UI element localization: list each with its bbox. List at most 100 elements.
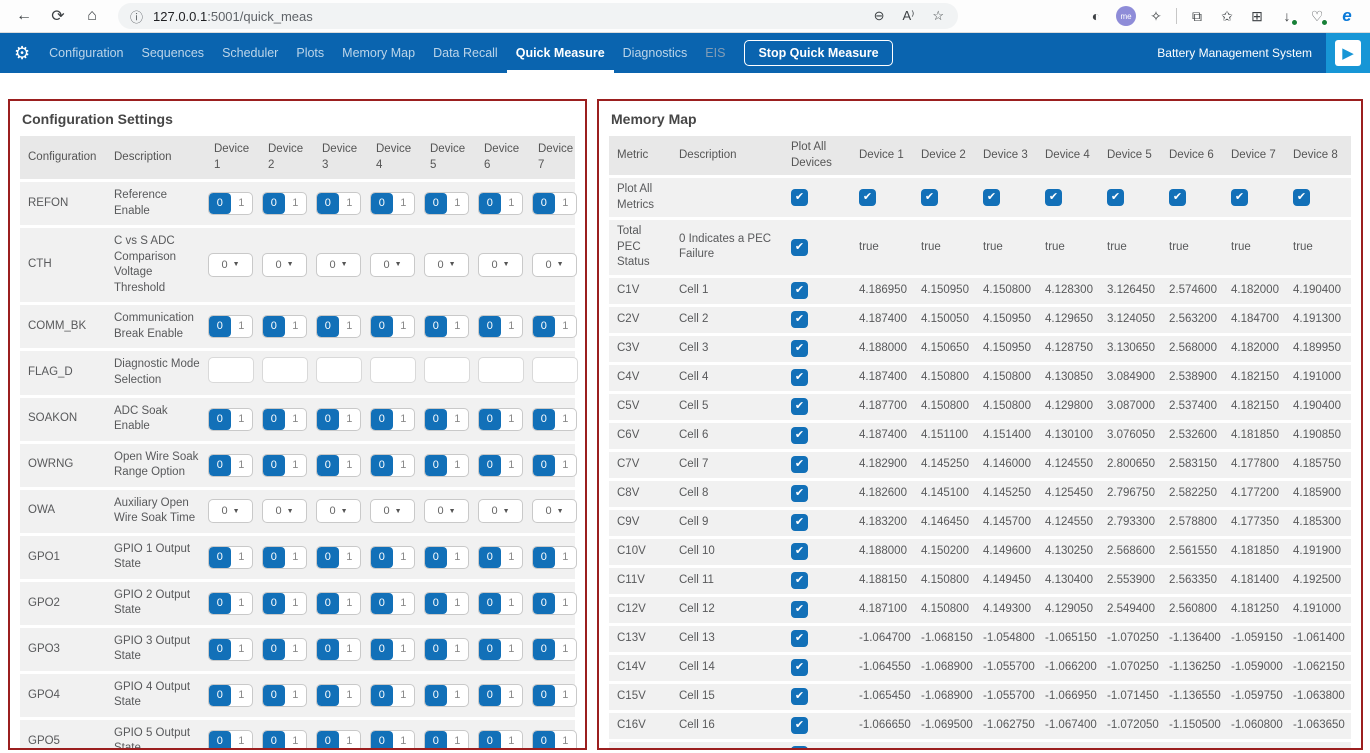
toggle-option-0[interactable]: 0	[371, 639, 393, 660]
profile-avatar[interactable]: me	[1113, 3, 1139, 29]
toggle-option-1[interactable]: 1	[501, 547, 523, 568]
toggle-option-0[interactable]: 0	[533, 593, 555, 614]
toggle-option-0[interactable]: 0	[479, 316, 501, 337]
binary-toggle[interactable]: 01	[208, 315, 253, 338]
toggle-option-1[interactable]: 1	[339, 409, 361, 430]
toggle-option-0[interactable]: 0	[371, 193, 393, 214]
toggle-option-1[interactable]: 1	[231, 593, 253, 614]
toggle-option-1[interactable]: 1	[555, 409, 577, 430]
toggle-option-0[interactable]: 0	[209, 731, 231, 750]
nav-item-plots[interactable]: Plots	[287, 33, 333, 73]
plot-checkbox[interactable]: ✔	[1169, 189, 1186, 206]
binary-toggle[interactable]: 01	[478, 454, 523, 477]
read-aloud-icon[interactable]: A⁾	[896, 8, 920, 24]
toggle-option-1[interactable]: 1	[285, 639, 307, 660]
nav-item-memory-map[interactable]: Memory Map	[333, 33, 424, 73]
toggle-option-0[interactable]: 0	[479, 731, 501, 750]
toggle-option-1[interactable]: 1	[447, 685, 469, 706]
binary-toggle[interactable]: 01	[208, 684, 253, 707]
toggle-option-1[interactable]: 1	[555, 547, 577, 568]
toggle-option-0[interactable]: 0	[479, 593, 501, 614]
toggle-option-1[interactable]: 1	[339, 639, 361, 660]
plot-checkbox[interactable]: ✔	[791, 189, 808, 206]
toggle-option-1[interactable]: 1	[447, 639, 469, 660]
address-bar[interactable]: ⓘ 127.0.0.1:5001/quick_meas ⊖ A⁾ ☆	[118, 3, 958, 29]
nav-item-data-recall[interactable]: Data Recall	[424, 33, 507, 73]
toggle-option-0[interactable]: 0	[317, 409, 339, 430]
binary-toggle[interactable]: 01	[316, 408, 361, 431]
value-input[interactable]	[370, 357, 416, 383]
toggle-option-1[interactable]: 1	[339, 455, 361, 476]
toggle-option-0[interactable]: 0	[209, 455, 231, 476]
toggle-option-1[interactable]: 1	[393, 547, 415, 568]
binary-toggle[interactable]: 01	[316, 684, 361, 707]
toggle-option-0[interactable]: 0	[425, 593, 447, 614]
binary-toggle[interactable]: 01	[370, 192, 415, 215]
url-text[interactable]: 127.0.0.1:5001/quick_meas	[153, 9, 862, 24]
toggle-option-1[interactable]: 1	[501, 193, 523, 214]
binary-toggle[interactable]: 01	[208, 546, 253, 569]
toggle-option-1[interactable]: 1	[339, 685, 361, 706]
favorite-star-icon[interactable]: ☆	[926, 8, 950, 24]
toggle-option-0[interactable]: 0	[209, 547, 231, 568]
toggle-option-0[interactable]: 0	[533, 547, 555, 568]
zoom-out-icon[interactable]: ⊖	[868, 8, 891, 24]
toggle-option-1[interactable]: 1	[447, 731, 469, 750]
stop-quick-measure-button[interactable]: Stop Quick Measure	[744, 40, 892, 66]
toggle-option-0[interactable]: 0	[479, 547, 501, 568]
binary-toggle[interactable]: 01	[370, 638, 415, 661]
toggle-option-0[interactable]: 0	[371, 547, 393, 568]
toggle-option-0[interactable]: 0	[317, 316, 339, 337]
binary-toggle[interactable]: 01	[478, 684, 523, 707]
binary-toggle[interactable]: 01	[424, 546, 469, 569]
nav-item-sequences[interactable]: Sequences	[133, 33, 214, 73]
toggle-option-1[interactable]: 1	[285, 455, 307, 476]
binary-toggle[interactable]: 01	[262, 454, 307, 477]
binary-toggle[interactable]: 01	[262, 408, 307, 431]
binary-toggle[interactable]: 01	[478, 546, 523, 569]
plot-checkbox[interactable]: ✔	[1293, 189, 1310, 206]
toggle-option-0[interactable]: 0	[317, 685, 339, 706]
toggle-option-1[interactable]: 1	[285, 193, 307, 214]
binary-toggle[interactable]: 01	[478, 592, 523, 615]
toggle-option-0[interactable]: 0	[209, 409, 231, 430]
split-screen-icon[interactable]: ⧉	[1184, 3, 1210, 29]
toggle-option-1[interactable]: 1	[501, 685, 523, 706]
toggle-option-0[interactable]: 0	[479, 685, 501, 706]
binary-toggle[interactable]: 01	[370, 546, 415, 569]
toggle-option-1[interactable]: 1	[231, 731, 253, 750]
toggle-option-0[interactable]: 0	[371, 731, 393, 750]
binary-toggle[interactable]: 01	[370, 684, 415, 707]
toggle-option-1[interactable]: 1	[447, 193, 469, 214]
plot-checkbox[interactable]: ✔	[791, 398, 808, 415]
toggle-option-0[interactable]: 0	[425, 409, 447, 430]
toggle-option-1[interactable]: 1	[339, 193, 361, 214]
toggle-option-0[interactable]: 0	[479, 455, 501, 476]
toggle-option-1[interactable]: 1	[285, 593, 307, 614]
toggle-option-1[interactable]: 1	[555, 455, 577, 476]
plot-checkbox[interactable]: ✔	[791, 543, 808, 560]
plot-checkbox[interactable]: ✔	[791, 427, 808, 444]
toggle-option-0[interactable]: 0	[479, 409, 501, 430]
toggle-option-1[interactable]: 1	[555, 316, 577, 337]
plot-checkbox[interactable]: ✔	[791, 340, 808, 357]
binary-toggle[interactable]: 01	[262, 730, 307, 750]
toggle-option-1[interactable]: 1	[339, 731, 361, 750]
toggle-option-0[interactable]: 0	[533, 193, 555, 214]
binary-toggle[interactable]: 01	[208, 192, 253, 215]
toggle-option-0[interactable]: 0	[533, 455, 555, 476]
binary-toggle[interactable]: 01	[424, 730, 469, 750]
plot-checkbox[interactable]: ✔	[791, 601, 808, 618]
binary-toggle[interactable]: 01	[262, 546, 307, 569]
binary-toggle[interactable]: 01	[478, 408, 523, 431]
toggle-option-1[interactable]: 1	[339, 316, 361, 337]
binary-toggle[interactable]: 01	[532, 684, 577, 707]
toggle-option-1[interactable]: 1	[501, 409, 523, 430]
plot-checkbox[interactable]: ✔	[791, 369, 808, 386]
binary-toggle[interactable]: 01	[424, 684, 469, 707]
toggle-option-1[interactable]: 1	[447, 455, 469, 476]
toggle-option-1[interactable]: 1	[393, 455, 415, 476]
value-input[interactable]	[532, 357, 578, 383]
run-button[interactable]: ▶	[1326, 33, 1370, 73]
binary-toggle[interactable]: 01	[316, 638, 361, 661]
